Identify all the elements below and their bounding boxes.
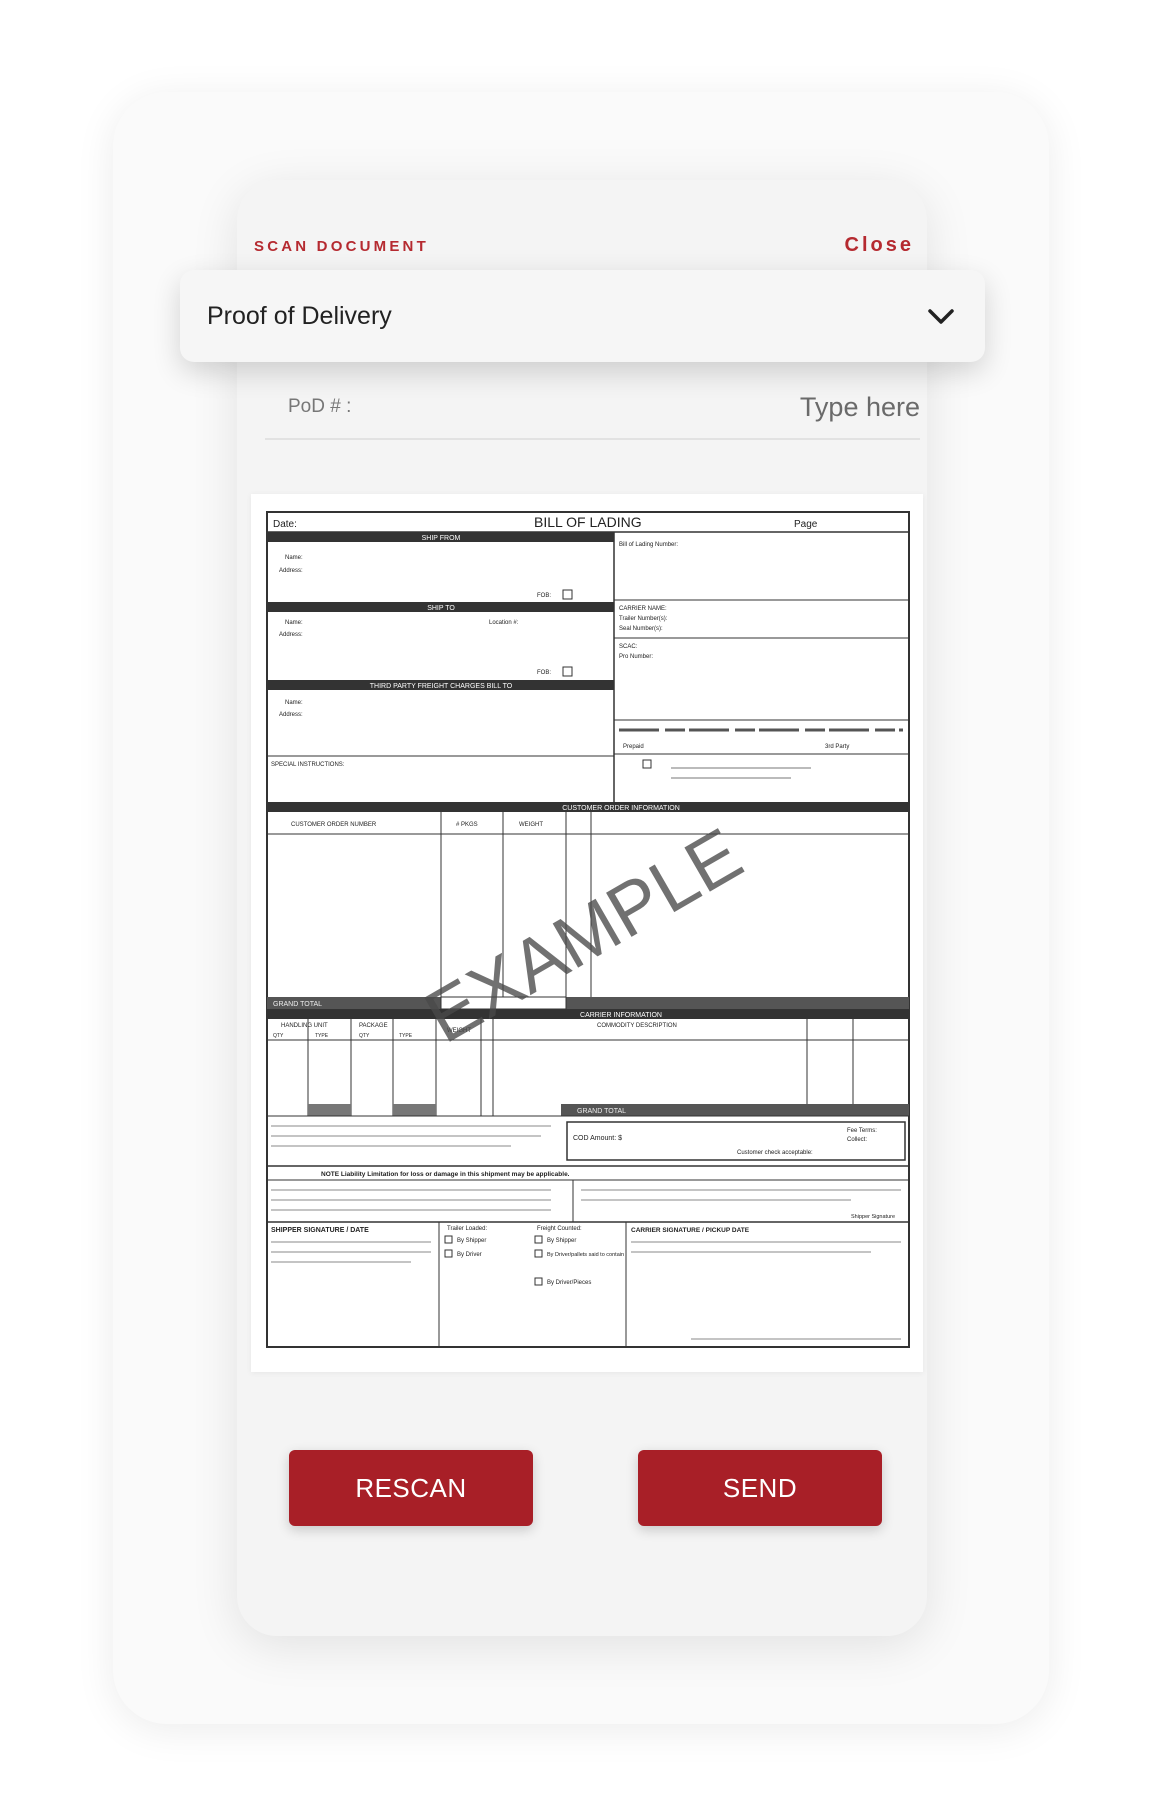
hu-type-label: TYPE — [315, 1033, 329, 1039]
third-party-terms-label: 3rd Party — [825, 744, 849, 750]
ship-from-address-label: Address: — [279, 568, 303, 574]
prepaid-label: Prepaid — [623, 744, 644, 750]
document-type-value: Proof of Delivery — [207, 301, 392, 330]
customer-check-label: Customer check acceptable: — [737, 1150, 813, 1156]
handling-unit-label: HANDLING UNIT — [281, 1023, 328, 1029]
third-party-address-label: Address: — [279, 712, 303, 718]
order-grand-total-label: GRAND TOTAL — [273, 1001, 322, 1008]
loaded-by-shipper-label: By Shipper — [457, 1238, 486, 1244]
cod-amount-label: COD Amount: $ — [573, 1135, 622, 1142]
commodity-label: COMMODITY DESCRIPTION — [597, 1023, 677, 1029]
send-button[interactable]: SEND — [638, 1450, 882, 1526]
counted-by-shipper-label: By Shipper — [547, 1238, 576, 1244]
customer-order-header: CUSTOMER ORDER INFORMATION — [562, 805, 680, 812]
carrier-grand-total-label: GRAND TOTAL — [577, 1108, 626, 1115]
trailer-loaded-label: Trailer Loaded: — [447, 1226, 487, 1232]
collect-label: Collect: — [847, 1137, 867, 1143]
pro-number-label: Pro Number: — [619, 654, 653, 660]
bol-title: BILL OF LADING — [534, 514, 642, 530]
liability-note: NOTE Liability Limitation for loss or da… — [321, 1171, 570, 1178]
seal-number-label: Seal Number(s): — [619, 626, 663, 632]
rescan-button[interactable]: RESCAN — [289, 1450, 533, 1526]
ship-to-address-label: Address: — [279, 632, 303, 638]
scanned-document-preview: Date: BILL OF LADING Page SHIP FROM Name… — [251, 494, 923, 1372]
pkgs-label: # PKGS — [456, 822, 478, 828]
ship-from-fob-label: FOB: — [537, 593, 551, 599]
third-party-header: THIRD PARTY FREIGHT CHARGES BILL TO — [370, 683, 513, 690]
pod-number-row: PoD # : — [265, 376, 920, 440]
pkg-type-label: TYPE — [399, 1033, 413, 1039]
ship-to-name-label: Name: — [285, 620, 303, 626]
freight-counted-label: Freight Counted: — [537, 1226, 582, 1232]
third-party-name-label: Name: — [285, 700, 303, 706]
loaded-by-driver-label: By Driver — [457, 1252, 482, 1258]
scac-label: SCAC: — [619, 644, 638, 650]
counted-by-driver-pieces-label: By Driver/Pieces — [547, 1280, 591, 1286]
pod-number-label: PoD # : — [288, 396, 352, 417]
document-type-select[interactable]: Proof of Delivery — [180, 270, 985, 362]
bol-date-label: Date: — [273, 519, 297, 530]
fee-terms-label: Fee Terms: — [847, 1128, 877, 1134]
ship-to-location-label: Location #: — [489, 620, 519, 626]
carrier-info-header: CARRIER INFORMATION — [580, 1012, 662, 1019]
close-button[interactable]: Close — [845, 234, 914, 257]
carrier-name-label: CARRIER NAME: — [619, 606, 667, 612]
customer-order-number-label: CUSTOMER ORDER NUMBER — [291, 822, 377, 828]
shipper-signature-small: Shipper Signature — [851, 1214, 895, 1220]
bol-number-label: Bill of Lading Number: — [619, 542, 678, 548]
counted-by-driver-pallets-label: By Driver/pallets said to contain — [547, 1252, 624, 1258]
shipper-signature-label: SHIPPER SIGNATURE / DATE — [271, 1227, 369, 1234]
ship-from-name-label: Name: — [285, 555, 303, 561]
order-weight-label: WEIGHT — [519, 822, 543, 828]
ship-to-fob-label: FOB: — [537, 670, 551, 676]
ship-to-header: SHIP TO — [427, 605, 455, 612]
ship-from-header: SHIP FROM — [422, 535, 461, 542]
hu-qty-label: QTY — [273, 1033, 284, 1039]
bill-of-lading-image: Date: BILL OF LADING Page SHIP FROM Name… — [266, 511, 910, 1348]
bol-page-label: Page — [794, 519, 818, 530]
trailer-number-label: Trailer Number(s): — [619, 616, 668, 622]
scan-document-title: SCAN DOCUMENT — [254, 238, 429, 255]
package-label: PACKAGE — [359, 1023, 388, 1029]
chevron-down-icon — [923, 298, 959, 334]
pkg-qty-label: QTY — [359, 1033, 370, 1039]
special-instructions-label: SPECIAL INSTRUCTIONS: — [271, 762, 345, 768]
pod-number-input[interactable] — [620, 391, 920, 423]
carrier-signature-label: CARRIER SIGNATURE / PICKUP DATE — [631, 1227, 750, 1234]
